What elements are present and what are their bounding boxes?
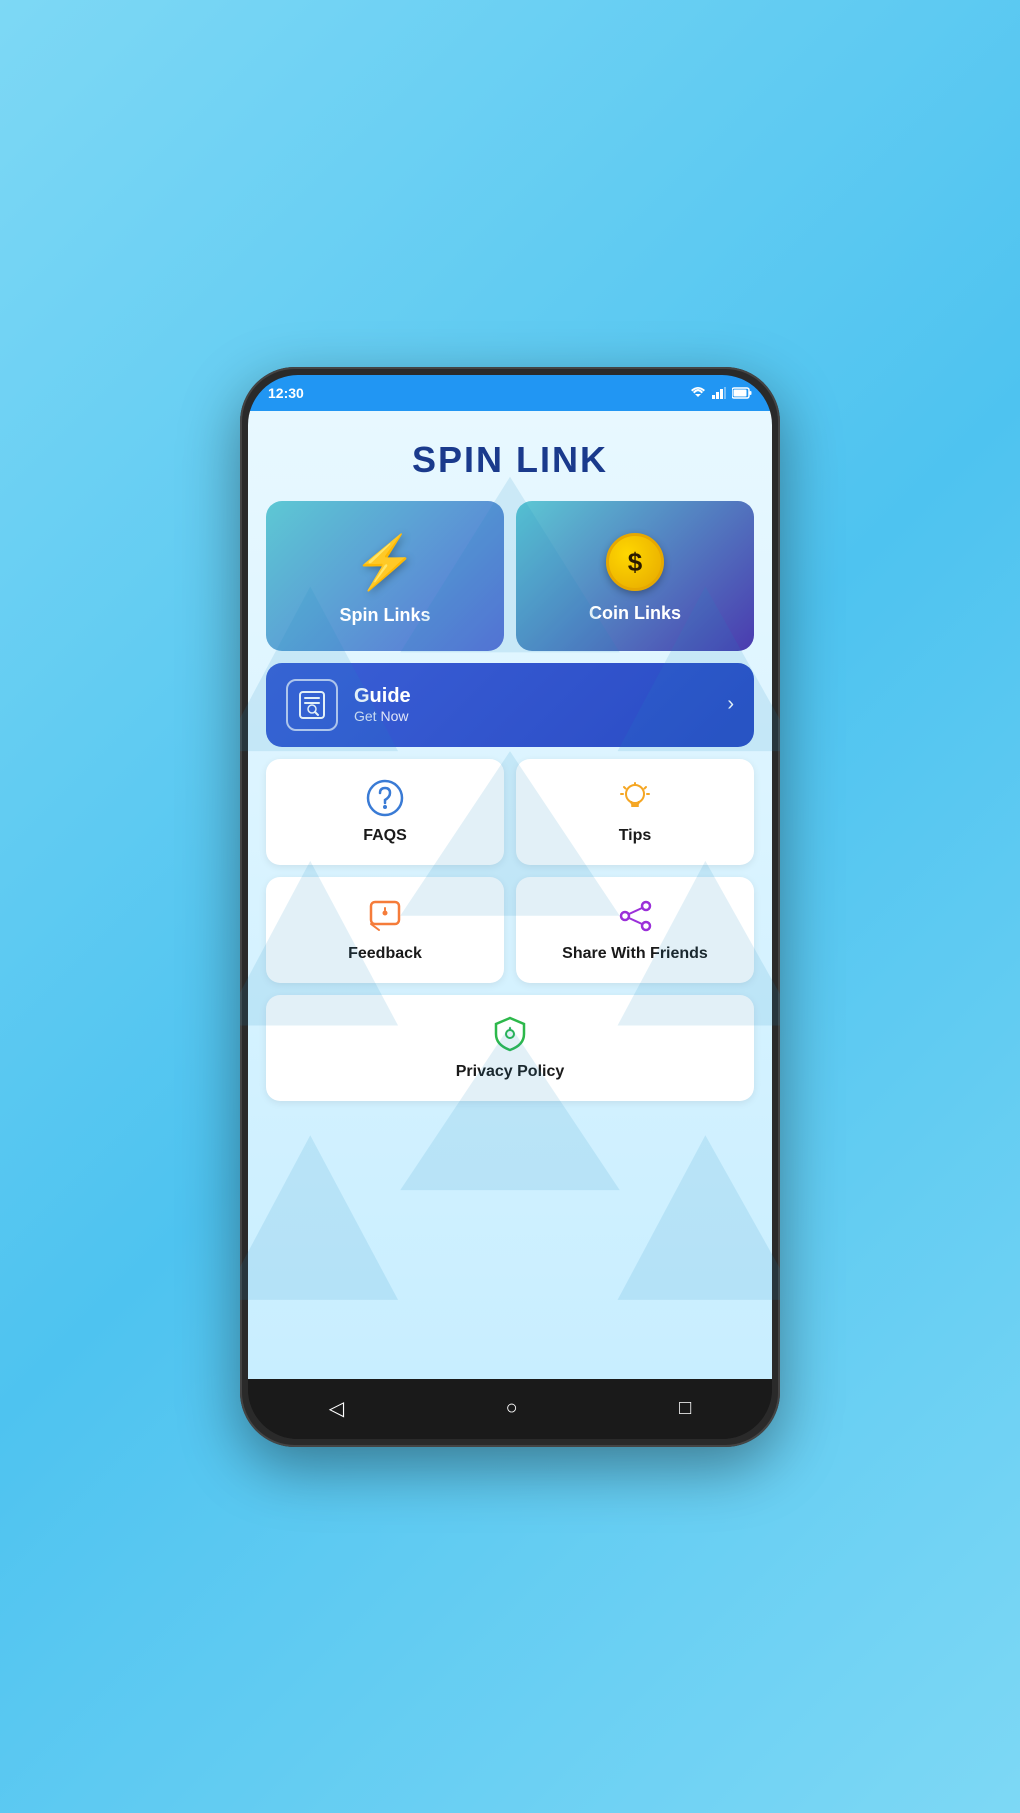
status-bar: 12:30 (248, 375, 772, 411)
recent-button[interactable]: □ (669, 1387, 701, 1430)
app-screen: SPIN LINK ⚡ Spin Links $ Coin Links (248, 411, 772, 1379)
content-area: ⚡ Spin Links $ Coin Links (248, 501, 772, 1101)
guide-text-block: Guide Get Now (354, 685, 711, 724)
app-header: SPIN LINK (248, 411, 772, 501)
mid-cards-row: FAQS (266, 759, 754, 865)
coin-links-label: Coin Links (589, 603, 681, 624)
share-label: Share With Friends (562, 945, 708, 963)
tips-card[interactable]: Tips (516, 759, 754, 865)
status-time: 12:30 (268, 385, 304, 401)
phone-screen: 12:30 (248, 375, 772, 1439)
tips-label: Tips (619, 827, 652, 845)
feedback-label: Feedback (348, 945, 422, 963)
coin-symbol: $ (628, 547, 642, 578)
coin-icon: $ (606, 533, 664, 591)
home-button[interactable]: ○ (496, 1387, 528, 1430)
share-icon (616, 897, 654, 935)
feedback-card[interactable]: Feedback (266, 877, 504, 983)
tips-icon (616, 779, 654, 817)
guide-subtitle: Get Now (354, 708, 711, 724)
guide-title: Guide (354, 685, 711, 708)
phone-frame: 12:30 (240, 367, 780, 1447)
faqs-card[interactable]: FAQS (266, 759, 504, 865)
wifi-icon (690, 387, 706, 399)
guide-arrow-icon: › (727, 693, 734, 716)
faqs-icon (366, 779, 404, 817)
signal-icon (712, 387, 726, 399)
share-card[interactable]: Share With Friends (516, 877, 754, 983)
back-button[interactable]: ◁ (319, 1386, 354, 1431)
bot-cards-row: Feedback Share With Friends (266, 877, 754, 983)
guide-book-icon (297, 690, 327, 720)
privacy-card[interactable]: Privacy Policy (266, 995, 754, 1101)
nav-bar: ◁ ○ □ (248, 1379, 772, 1439)
coin-links-card[interactable]: $ Coin Links (516, 501, 754, 651)
feedback-icon (366, 897, 404, 935)
guide-card[interactable]: Guide Get Now › (266, 663, 754, 747)
privacy-icon (491, 1015, 529, 1053)
guide-icon-wrap (286, 679, 338, 731)
spin-links-label: Spin Links (339, 605, 430, 626)
battery-icon (732, 387, 752, 399)
privacy-label: Privacy Policy (456, 1063, 565, 1081)
spin-links-card[interactable]: ⚡ Spin Links (266, 501, 504, 651)
lightning-icon: ⚡ (353, 532, 418, 593)
faqs-label: FAQS (363, 827, 407, 845)
status-icons (690, 387, 752, 399)
app-title: SPIN LINK (268, 439, 752, 481)
top-cards-row: ⚡ Spin Links $ Coin Links (266, 501, 754, 651)
